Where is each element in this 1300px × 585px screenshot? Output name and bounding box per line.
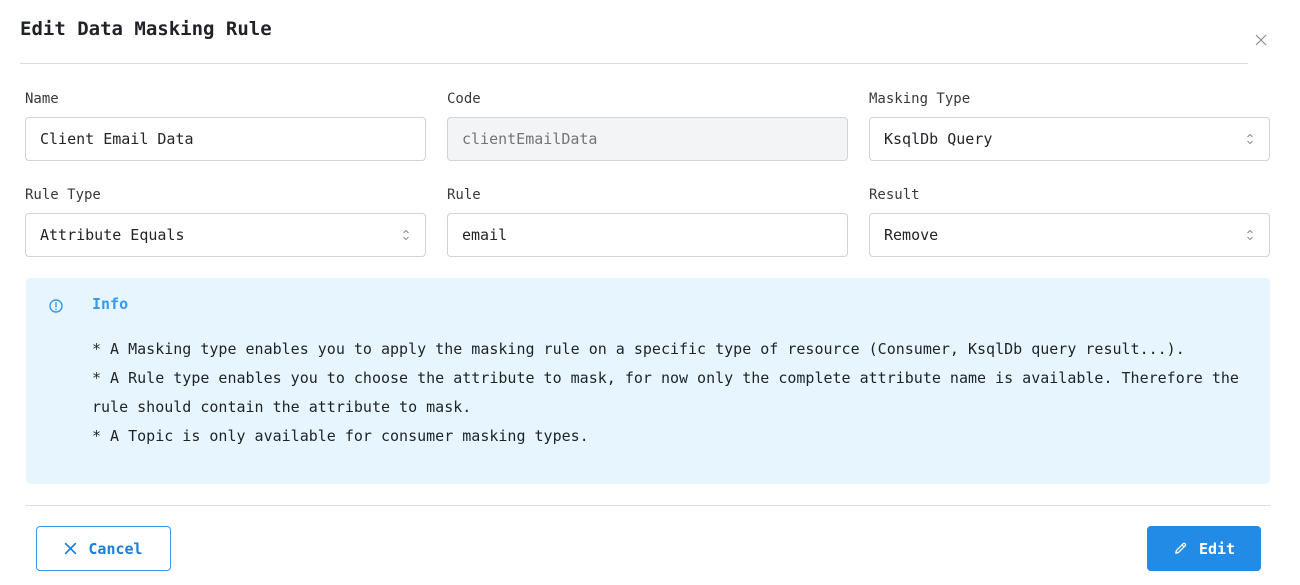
info-line: * A Topic is only available for consumer… — [92, 427, 589, 445]
cancel-button[interactable]: Cancel — [36, 526, 171, 571]
cancel-label: Cancel — [88, 539, 143, 558]
modal-title: Edit Data Masking Rule — [20, 18, 272, 40]
info-line: * A Rule type enables you to choose the … — [92, 369, 1239, 416]
rule-type-select[interactable]: Attribute Equals — [25, 213, 426, 257]
close-icon[interactable] — [1251, 30, 1271, 50]
name-field-group: Name — [25, 89, 426, 161]
name-input[interactable] — [25, 117, 426, 161]
name-label: Name — [25, 91, 59, 107]
rule-input[interactable] — [447, 213, 848, 257]
header-divider — [20, 63, 1248, 64]
x-icon — [65, 542, 77, 555]
info-line: * A Masking type enables you to apply th… — [92, 340, 1185, 358]
masking-type-label: Masking Type — [869, 91, 971, 107]
info-alert: Info * A Masking type enables you to app… — [26, 278, 1270, 484]
masking-type-select[interactable]: KsqlDb Query — [869, 117, 1270, 161]
code-label: Code — [447, 91, 481, 107]
pencil-icon — [1175, 542, 1187, 554]
chevron-up-down-icon — [403, 229, 409, 241]
rule-type-label: Rule Type — [25, 187, 101, 203]
code-field-group: Code — [447, 89, 848, 161]
masking-type-value: KsqlDb Query — [884, 130, 993, 148]
masking-type-field-group: Masking Type KsqlDb Query — [869, 89, 1270, 161]
chevron-up-down-icon — [1247, 229, 1253, 241]
rule-type-field-group: Rule Type Attribute Equals — [25, 185, 426, 257]
edit-button[interactable]: Edit — [1147, 526, 1261, 571]
result-value: Remove — [884, 226, 939, 244]
rule-field-group: Rule — [447, 185, 848, 257]
rule-label: Rule — [447, 187, 481, 203]
edit-masking-rule-modal: Edit Data Masking Rule Name Code Masking… — [0, 0, 1300, 585]
info-circle-icon — [49, 299, 63, 313]
info-title: Info — [92, 295, 129, 313]
chevron-up-down-icon — [1247, 133, 1253, 145]
rule-type-value: Attribute Equals — [40, 226, 185, 244]
info-text: * A Masking type enables you to apply th… — [92, 335, 1252, 451]
result-field-group: Result Remove — [869, 185, 1270, 257]
footer-divider — [26, 505, 1270, 506]
edit-label: Edit — [1198, 539, 1236, 558]
result-select[interactable]: Remove — [869, 213, 1270, 257]
result-label: Result — [869, 187, 920, 203]
code-input[interactable] — [447, 117, 848, 161]
